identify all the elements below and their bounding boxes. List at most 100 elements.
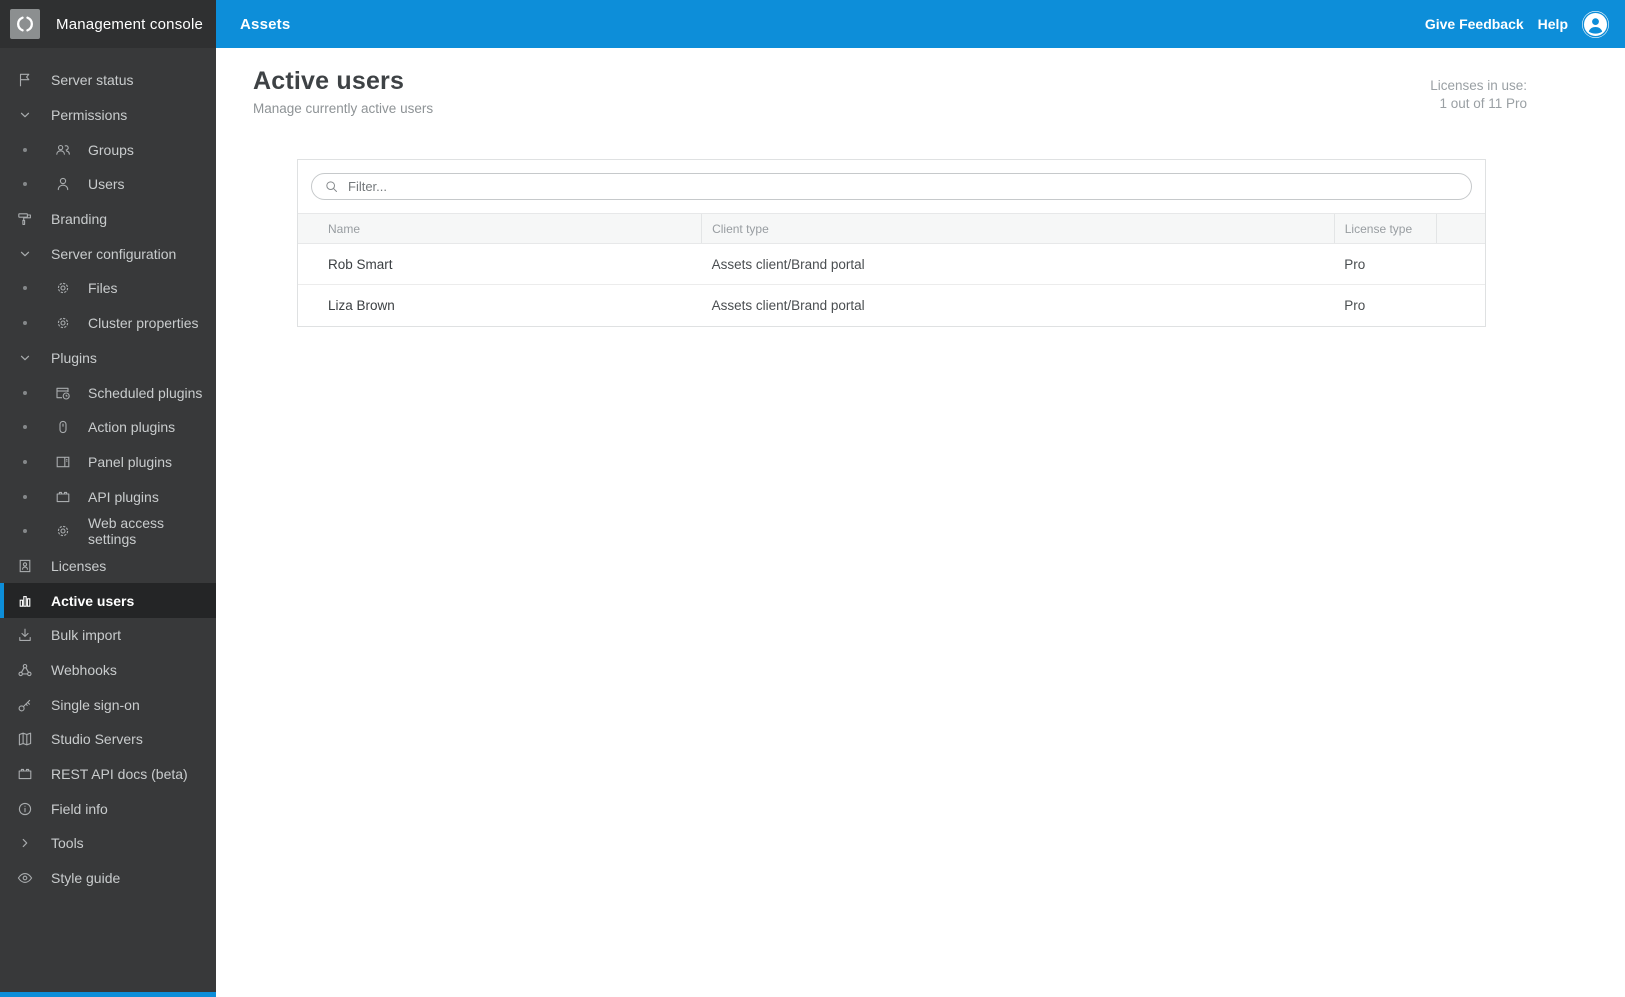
sidebar-item-scheduled-plugins[interactable]: Scheduled plugins <box>0 375 216 410</box>
sidebar-item-users[interactable]: Users <box>0 167 216 202</box>
mouse-icon <box>54 418 72 436</box>
key-icon <box>16 696 34 714</box>
sidebar-item-single-sign-on[interactable]: Single sign-on <box>0 687 216 722</box>
sidebar-item-licenses[interactable]: Licenses <box>0 549 216 584</box>
sidebar-item-label: Web access settings <box>88 515 164 548</box>
sidebar-item-groups[interactable]: Groups <box>0 132 216 167</box>
sidebar-item-api-plugins[interactable]: API plugins <box>0 479 216 514</box>
brick-icon <box>16 765 34 783</box>
sidebar-item-label: Panel plugins <box>88 453 173 470</box>
sidebar-item-plugins[interactable]: Plugins <box>0 341 216 376</box>
sidebar: Management console Server status Permiss… <box>0 0 216 997</box>
gear-icon <box>54 522 72 540</box>
column-header-client-type: Client type <box>701 213 1335 244</box>
sidebar-item-label: Scheduled plugins <box>88 384 203 401</box>
chevron-down-icon <box>16 349 34 367</box>
sidebar-item-webhooks[interactable]: Webhooks <box>0 653 216 688</box>
sidebar-item-label: Permissions <box>51 107 128 124</box>
tab-assets[interactable]: Assets <box>240 16 290 33</box>
bar-chart-icon <box>16 592 34 610</box>
sidebar-item-label: Style guide <box>51 870 121 887</box>
give-feedback-link[interactable]: Give Feedback <box>1425 16 1524 32</box>
sidebar-item-tools[interactable]: Tools <box>0 826 216 861</box>
filter-field[interactable] <box>311 173 1472 200</box>
table-row: Rob Smart Assets client/Brand portal Pro <box>298 243 1485 285</box>
sidebar-item-label: Active users <box>51 592 135 609</box>
cell-client-type: Assets client/Brand portal <box>701 284 1335 326</box>
sidebar-item-branding[interactable]: Branding <box>0 202 216 237</box>
sidebar-item-panel-plugins[interactable]: Panel plugins <box>0 445 216 480</box>
help-link[interactable]: Help <box>1538 16 1568 32</box>
sidebar-item-label: Users <box>88 176 125 193</box>
sidebar-item-server-status[interactable]: Server status <box>0 63 216 98</box>
sidebar-item-server-configuration[interactable]: Server configuration <box>0 236 216 271</box>
filter-input[interactable] <box>348 179 1459 194</box>
sidebar-item-label: Field info <box>51 800 108 817</box>
user-avatar[interactable] <box>1582 10 1609 38</box>
search-icon <box>326 181 337 192</box>
sidebar-item-style-guide[interactable]: Style guide <box>0 861 216 896</box>
page-title: Active users <box>253 67 405 95</box>
bullet-icon <box>23 529 27 534</box>
chevron-right-icon <box>16 834 34 852</box>
brick-icon <box>54 488 72 506</box>
sidebar-item-bulk-import[interactable]: Bulk import <box>0 618 216 653</box>
licenses-in-use-value: 1 out of 11 Pro <box>1439 96 1527 112</box>
user-icon <box>54 175 72 193</box>
table-row: Liza Brown Assets client/Brand portal Pr… <box>298 284 1485 326</box>
sidebar-item-label: Tools <box>51 835 84 852</box>
sidebar-item-web-access-settings[interactable]: Web access settings <box>0 514 216 549</box>
sidebar-item-label: Files <box>88 280 118 297</box>
sidebar-bottom-accent <box>0 992 216 997</box>
chevron-down-icon <box>16 245 34 263</box>
gear-icon <box>54 279 72 297</box>
main-content: Active users Manage currently active use… <box>216 48 1625 997</box>
sidebar-item-active-users[interactable]: Active users <box>0 583 216 618</box>
cell-name: Rob Smart <box>298 243 702 285</box>
id-card-icon <box>16 557 34 575</box>
bullet-icon <box>23 321 27 326</box>
gear-icon <box>54 314 72 332</box>
eye-icon <box>16 869 34 887</box>
app-logo[interactable] <box>10 9 40 39</box>
sidebar-item-field-info[interactable]: Field info <box>0 791 216 826</box>
cell-empty <box>1436 243 1485 285</box>
bullet-icon <box>23 425 27 430</box>
filter-bar <box>298 160 1485 213</box>
sidebar-item-studio-servers[interactable]: Studio Servers <box>0 722 216 757</box>
bullet-icon <box>23 494 27 499</box>
cell-client-type: Assets client/Brand portal <box>701 243 1335 285</box>
column-header-license-type: License type <box>1333 213 1437 244</box>
sidebar-nav: Server status Permissions Groups Users B… <box>0 48 216 896</box>
table-header-row: Name Client type License type <box>298 213 1485 244</box>
sidebar-item-label: REST API docs (beta) <box>51 766 188 783</box>
panel-icon <box>54 453 72 471</box>
person-icon <box>1582 11 1609 37</box>
sidebar-item-rest-api-docs[interactable]: REST API docs (beta) <box>0 757 216 792</box>
page-subtitle: Manage currently active users <box>253 101 434 116</box>
sidebar-item-label: Webhooks <box>51 662 117 679</box>
sidebar-item-label: Licenses <box>51 557 107 574</box>
paint-roller-icon <box>16 210 34 228</box>
sidebar-item-label: Single sign-on <box>51 696 140 713</box>
topbar-actions: Give Feedback Help <box>1425 10 1625 38</box>
licenses-in-use: Licenses in use: 1 out of 11 Pro <box>1430 67 1527 113</box>
column-header-name: Name <box>298 213 702 244</box>
info-icon <box>16 800 34 818</box>
flag-icon <box>16 71 34 89</box>
sidebar-item-cluster-properties[interactable]: Cluster properties <box>0 306 216 341</box>
sidebar-item-permissions[interactable]: Permissions <box>0 98 216 133</box>
groups-icon <box>54 141 72 159</box>
licenses-in-use-label: Licenses in use: <box>1430 78 1527 93</box>
sidebar-item-label: Groups <box>88 141 134 158</box>
sidebar-item-files[interactable]: Files <box>0 271 216 306</box>
woodwing-logo-icon <box>16 16 34 32</box>
sidebar-item-label: Action plugins <box>88 419 176 436</box>
column-header-empty <box>1435 213 1485 244</box>
calendar-clock-icon <box>54 384 72 402</box>
sidebar-item-action-plugins[interactable]: Action plugins <box>0 410 216 445</box>
map-icon <box>16 730 34 748</box>
app-title: Management console <box>56 15 204 33</box>
page-header: Active users Manage currently active use… <box>216 48 1625 116</box>
download-icon <box>16 626 34 644</box>
